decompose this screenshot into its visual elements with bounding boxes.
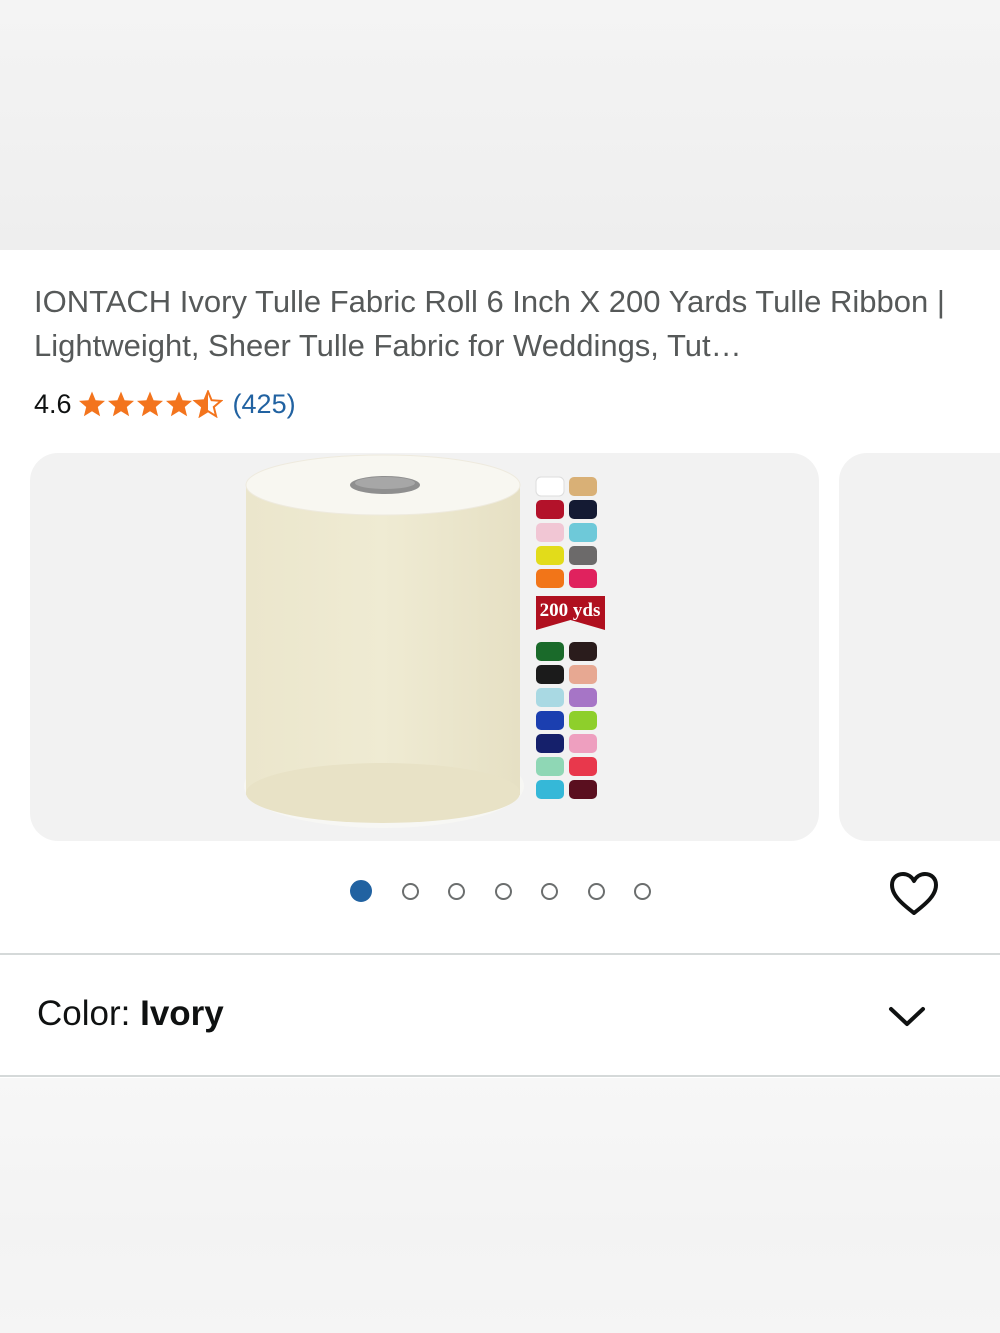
- section-divider: [0, 1075, 1000, 1077]
- rating-value: 4.6: [34, 388, 72, 419]
- color-label: Color:: [37, 994, 141, 1033]
- product-image-card[interactable]: 200 yds: [30, 453, 819, 841]
- carousel-dot[interactable]: [634, 882, 651, 900]
- yards-badge: 200 yds: [540, 600, 601, 621]
- carousel-dot[interactable]: [401, 882, 419, 900]
- product-image: 200 yds: [244, 454, 605, 828]
- heart-icon: [890, 872, 938, 915]
- star-icon: [136, 391, 163, 417]
- carousel-dot[interactable]: [587, 882, 605, 900]
- wishlist-button[interactable]: [886, 866, 942, 922]
- chevron-down-icon[interactable]: [886, 1000, 928, 1032]
- stars-svg: [78, 390, 222, 418]
- carousel-dot[interactable]: [541, 882, 558, 900]
- rating-row[interactable]: 4.6 (425): [34, 386, 296, 422]
- carousel-dot-active[interactable]: [350, 880, 372, 902]
- color-label-text: Color: Ivory: [37, 994, 224, 1034]
- star-icon: [107, 391, 134, 417]
- half-star-icon: [193, 390, 222, 418]
- footer-blurred-area: [0, 1078, 1000, 1333]
- next-image-card[interactable]: [839, 453, 1000, 841]
- color-value: Ivory: [140, 994, 224, 1033]
- section-divider: [0, 953, 1000, 955]
- carousel-dot[interactable]: [494, 882, 512, 900]
- star-rating: [78, 390, 223, 418]
- header-blurred-area: [0, 0, 1000, 250]
- review-count-link[interactable]: (425): [233, 389, 296, 420]
- carousel-dots: [350, 880, 651, 902]
- product-title[interactable]: IONTACH Ivory Tulle Fabric Roll 6 Inch X…: [34, 280, 964, 368]
- carousel-dot[interactable]: [448, 882, 465, 900]
- star-icon: [78, 391, 105, 417]
- star-icon: [165, 391, 192, 417]
- color-selector[interactable]: Color: Ivory: [0, 956, 1000, 1076]
